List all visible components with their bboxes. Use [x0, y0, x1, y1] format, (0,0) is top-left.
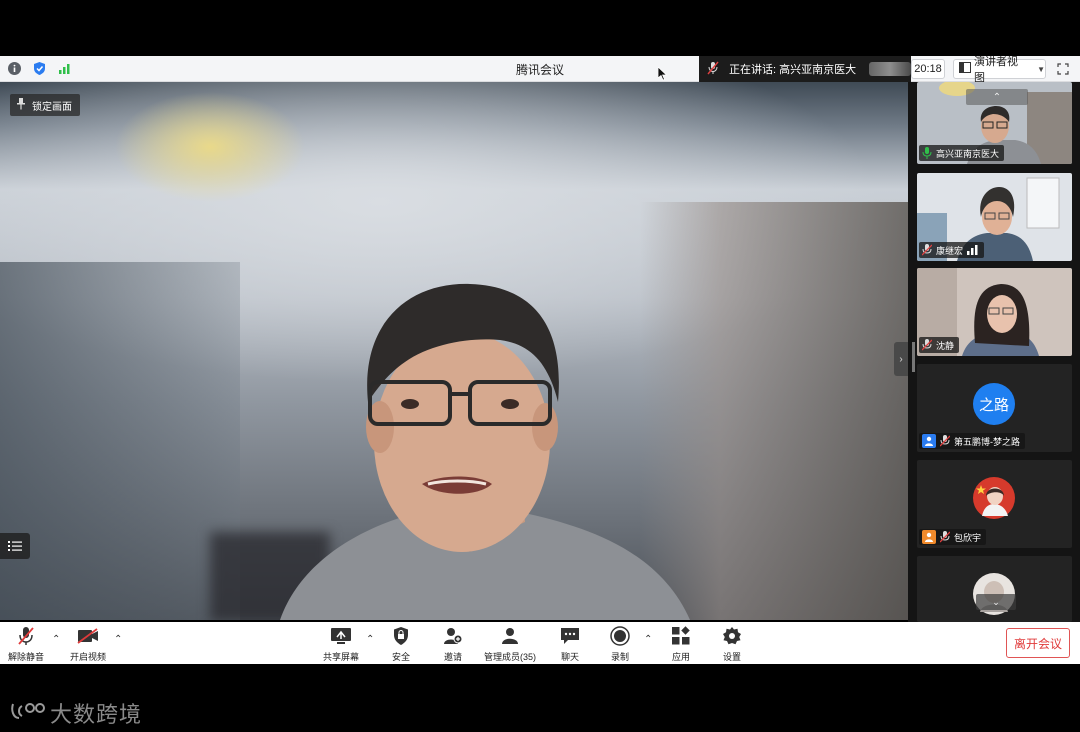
participant-name-tag: 第五鹏博-梦之路: [919, 433, 1025, 449]
apps-button[interactable]: 应用: [671, 625, 691, 663]
blurred-region: [869, 62, 911, 76]
share-screen-icon: [330, 625, 352, 647]
participant-name-tag: 沈静: [919, 337, 960, 353]
video-options-caret[interactable]: ⌃: [114, 634, 122, 645]
lock-view-button[interactable]: 锁定画面: [10, 94, 80, 116]
mic-active-icon: [922, 147, 932, 159]
layout-icon: [959, 62, 971, 76]
speaker-figure: [280, 283, 690, 620]
record-label: 录制: [610, 652, 629, 662]
speaking-indicator: 正在讲话: 高兴亚南京医大: [699, 56, 911, 82]
settings-button[interactable]: 设置: [722, 625, 742, 663]
watermark-text: 大数跨境: [50, 702, 143, 727]
mic-muted-icon: [922, 339, 932, 351]
participant-name: 康继宏: [936, 245, 964, 256]
mouse-cursor-icon: [658, 67, 668, 81]
manage-members-button[interactable]: 管理成员(35): [484, 625, 536, 663]
fullscreen-button[interactable]: [1053, 59, 1073, 79]
start-video-button[interactable]: 开启视频: [70, 625, 106, 663]
participant-tile[interactable]: 沈静: [917, 268, 1072, 356]
share-options-caret[interactable]: ⌃: [366, 634, 374, 645]
meeting-timer: 20:18: [911, 59, 945, 79]
meeting-toolbar: 解除静音 ⌃ 开启视频 ⌃ 共享屏幕 ⌃ 安全 邀请 管理成员(35) 聊天 录…: [0, 622, 1080, 664]
participant-tile[interactable]: 康继宏: [917, 173, 1072, 261]
cohost-badge-icon: [922, 530, 936, 544]
unmute-button[interactable]: 解除静音: [8, 625, 44, 663]
record-icon: [610, 625, 630, 647]
participant-tile[interactable]: 包欣宇: [917, 460, 1072, 548]
apps-grid-icon: [671, 625, 691, 647]
record-options-caret[interactable]: ⌃: [644, 634, 652, 645]
participant-name-tag: 高兴亚南京医大: [919, 145, 1005, 161]
view-mode-label: 演讲者视图: [974, 56, 1018, 84]
participant-tile[interactable]: [917, 556, 1072, 622]
chevron-up-icon: ⌃: [992, 91, 1002, 103]
camera-off-icon: [77, 625, 99, 647]
record-button[interactable]: 录制: [610, 625, 630, 663]
watermark-logo: [10, 700, 46, 727]
leave-meeting-button[interactable]: 离开会议: [1006, 628, 1070, 658]
invite-button[interactable]: 邀请: [443, 625, 463, 663]
security-label: 安全: [392, 652, 411, 662]
main-speaker-video[interactable]: [0, 82, 908, 620]
participant-name: 沈静: [936, 340, 955, 351]
chat-button[interactable]: 聊天: [560, 625, 580, 663]
gallery-scrollbar[interactable]: [912, 82, 915, 622]
participant-name: 高兴亚南京医大: [936, 148, 1000, 159]
share-screen-label: 共享屏幕: [323, 652, 360, 662]
letterbox-top: [0, 0, 1080, 56]
mic-muted-icon: [940, 531, 950, 543]
participant-name-tag: 包欣宇: [919, 529, 987, 545]
participant-name: 第五鹏博-梦之路: [954, 436, 1020, 447]
security-button[interactable]: 安全: [392, 625, 410, 663]
shield-icon: [392, 625, 410, 647]
signal-bars-icon: [967, 245, 978, 255]
share-screen-button[interactable]: 共享屏幕: [323, 625, 359, 663]
participant-tile[interactable]: 之路 第五鹏博-梦之路: [917, 364, 1072, 452]
settings-label: 设置: [722, 652, 741, 662]
view-mode-dropdown[interactable]: 演讲者视图 ▼: [953, 56, 1046, 84]
chat-label: 聊天: [560, 652, 579, 662]
participant-name-tag: 康继宏: [919, 242, 985, 258]
start-video-label: 开启视频: [70, 652, 107, 662]
chevron-down-icon: ⌄: [992, 596, 1000, 607]
collapse-gallery-button[interactable]: ›: [894, 342, 908, 376]
chevron-right-icon: ›: [899, 353, 903, 365]
member-list-toggle[interactable]: [0, 533, 30, 559]
manage-members-label: 管理成员(35): [484, 652, 537, 662]
scroll-up-button[interactable]: ⌃: [966, 89, 1028, 105]
watermark: 大数跨境: [10, 697, 142, 729]
gear-icon: [722, 625, 742, 647]
unmute-label: 解除静音: [8, 652, 45, 662]
scroll-down-button[interactable]: ⌄: [976, 594, 1016, 610]
mic-muted-icon: [940, 435, 950, 447]
participant-name: 包欣宇: [954, 532, 982, 543]
invite-label: 邀请: [443, 652, 462, 662]
mic-muted-icon: [18, 625, 34, 647]
avatar: [973, 477, 1015, 519]
chat-icon: [560, 625, 580, 647]
chevron-down-icon: ▼: [1037, 64, 1045, 74]
add-user-icon: [443, 625, 463, 647]
lock-view-label: 锁定画面: [32, 101, 72, 113]
mic-muted-icon: [922, 244, 932, 256]
list-icon: [8, 541, 22, 551]
audio-options-caret[interactable]: ⌃: [52, 634, 60, 645]
speaking-label: 正在讲话: 高兴亚南京医大: [729, 64, 857, 76]
avatar: 之路: [973, 383, 1015, 425]
pin-icon: [16, 97, 26, 113]
letterbox-bottom: [0, 664, 1080, 732]
host-badge-icon: [922, 434, 936, 448]
mic-muted-icon: [707, 61, 719, 78]
fullscreen-icon: [1057, 63, 1069, 75]
apps-label: 应用: [671, 652, 690, 662]
members-icon: [500, 625, 520, 647]
